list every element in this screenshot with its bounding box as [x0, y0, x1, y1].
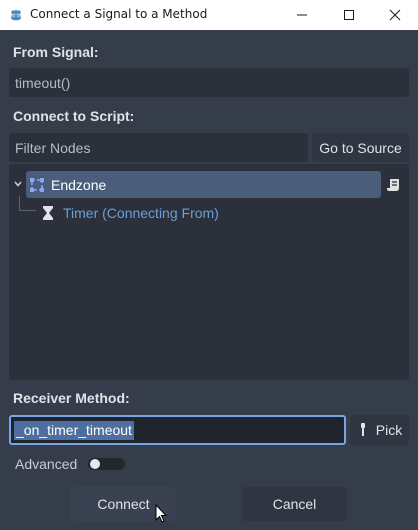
- godot-logo-icon: [11, 9, 21, 21]
- pick-button[interactable]: Pick: [350, 415, 409, 445]
- minimize-icon: [297, 14, 307, 16]
- receiver-method-label: Receiver Method:: [13, 390, 130, 406]
- area2d-icon: [30, 178, 44, 192]
- window-title: Connect a Signal to a Method: [30, 7, 208, 21]
- cancel-button[interactable]: Cancel: [242, 487, 347, 521]
- filter-nodes-input[interactable]: Filter Nodes: [9, 133, 308, 162]
- go-to-source-label: Go to Source: [319, 139, 402, 156]
- from-signal-value: timeout(): [15, 74, 71, 91]
- from-signal-field: timeout(): [9, 68, 409, 97]
- maximize-button[interactable]: [326, 0, 372, 30]
- eyedropper-icon: [360, 423, 365, 436]
- maximize-icon: [344, 10, 354, 20]
- script-icon[interactable]: [386, 177, 402, 193]
- close-button[interactable]: [372, 0, 418, 30]
- minimize-button[interactable]: [279, 0, 325, 30]
- go-to-source-button[interactable]: Go to Source: [312, 133, 409, 162]
- tree-connector-horizontal: [19, 210, 36, 211]
- chevron-down-icon[interactable]: [13, 179, 23, 189]
- close-icon: [389, 9, 401, 21]
- connect-to-script-label: Connect to Script:: [13, 108, 135, 124]
- from-signal-label: From Signal:: [13, 44, 99, 60]
- advanced-toggle[interactable]: [88, 458, 125, 470]
- advanced-label: Advanced: [15, 456, 78, 472]
- tree-connector-vertical: [19, 196, 20, 210]
- connect-label: Connect: [97, 496, 150, 512]
- tree-item-timer-label[interactable]: Timer (Connecting From): [63, 205, 219, 221]
- pick-label: Pick: [375, 422, 403, 438]
- receiver-method-value: _on_timer_timeout: [14, 421, 134, 440]
- hourglass-icon: [43, 206, 53, 220]
- toggle-knob: [90, 459, 100, 469]
- cancel-label: Cancel: [272, 496, 317, 512]
- filter-nodes-placeholder: Filter Nodes: [15, 139, 91, 156]
- tree-item-endzone-label: Endzone: [51, 177, 107, 193]
- mouse-cursor-icon: [155, 504, 167, 523]
- window-titlebar: Connect a Signal to a Method: [0, 0, 418, 30]
- receiver-method-input[interactable]: _on_timer_timeout: [9, 415, 346, 445]
